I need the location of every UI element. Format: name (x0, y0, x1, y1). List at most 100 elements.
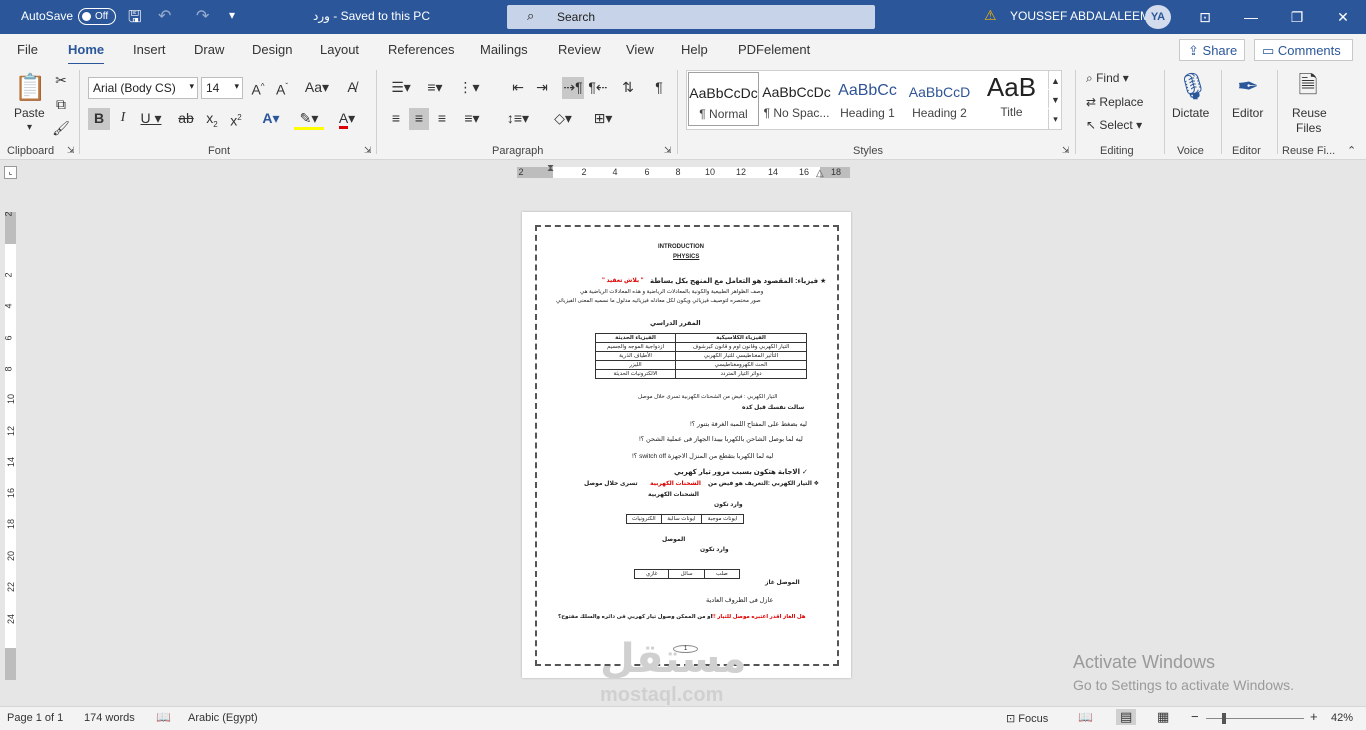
tab-insert[interactable]: Insert (133, 42, 166, 57)
grow-font-icon[interactable]: A^ (248, 77, 268, 99)
align-left-icon[interactable]: ≡ (386, 108, 406, 130)
clipboard-launcher-icon[interactable]: ⇲ (67, 145, 75, 156)
tab-review[interactable]: Review (558, 42, 601, 57)
microphone-icon[interactable]: 🎙 (1176, 68, 1209, 104)
zoom-slider-handle[interactable] (1222, 713, 1226, 724)
numbering-icon[interactable]: ≡▾ (420, 77, 450, 99)
find-button[interactable]: ⌕ Find ▾ (1086, 68, 1148, 90)
tab-pdfelement[interactable]: PDFelement (738, 42, 810, 57)
document-page[interactable]: INTRODUCTION PHYSICS ★ فيزياء: المقصود ه… (522, 212, 851, 678)
bullets-icon[interactable]: ☰▾ (386, 77, 416, 99)
paste-icon[interactable]: 📋 (14, 70, 46, 104)
select-button[interactable]: ↖ Select ▾ (1086, 115, 1150, 137)
styles-more-icon[interactable]: ▾ (1048, 109, 1062, 129)
show-marks-icon[interactable]: ¶ (649, 77, 669, 99)
right-indent-icon[interactable]: △ (816, 168, 824, 179)
reuse-button-label[interactable]: Reuse (1292, 106, 1327, 120)
zoom-in-icon[interactable]: + (1310, 709, 1318, 724)
focus-button[interactable]: ⊡ Focus (1006, 712, 1048, 725)
zoom-out-icon[interactable]: − (1191, 709, 1199, 724)
restore-icon[interactable]: ❐ (1274, 4, 1320, 30)
paste-button[interactable]: Paste (14, 106, 45, 120)
replace-button[interactable]: ⇄ Replace (1086, 92, 1156, 114)
font-size-select[interactable]: 14 ▾ (201, 77, 243, 99)
web-layout-icon[interactable]: ▦ (1157, 709, 1169, 725)
subscript-button[interactable]: x2 (202, 108, 222, 130)
style-no-spacing[interactable]: AaBbCcDc ¶ No Spac... (761, 72, 832, 126)
sort-icon[interactable]: ⇅ (617, 77, 639, 99)
language-status[interactable]: Arabic (Egypt) (188, 712, 258, 724)
tab-selector-icon[interactable]: ⌞ (4, 166, 17, 179)
vertical-ruler[interactable]: 2 2 4 6 8 10 12 14 16 18 20 22 24 (4, 211, 16, 680)
minimize-icon[interactable]: — (1228, 4, 1274, 30)
line-spacing-icon[interactable]: ↕≡▾ (502, 108, 534, 130)
indent-marker-icon[interactable]: ⧗ (547, 163, 554, 174)
highlight-icon[interactable]: ✎▾ (294, 108, 324, 130)
tab-references[interactable]: References (388, 42, 454, 57)
tab-layout[interactable]: Layout (320, 42, 359, 57)
user-name[interactable]: YOUSSEF ABDALALEEM (1010, 9, 1150, 23)
print-layout-icon[interactable]: ▤ (1116, 709, 1137, 725)
font-color-icon[interactable]: A▾ (332, 108, 362, 130)
style-normal[interactable]: AaBbCcDc ¶ Normal (688, 72, 759, 126)
page-count[interactable]: Page 1 of 1 (7, 712, 63, 724)
increase-indent-icon[interactable]: ⇥ (532, 77, 552, 99)
align-right-icon[interactable]: ≡ (432, 108, 452, 130)
tab-home[interactable]: Home (68, 42, 105, 66)
styles-scroll-up-icon[interactable]: ▲ (1048, 71, 1062, 89)
justify-icon[interactable]: ≡▾ (456, 108, 488, 130)
text-effects-icon[interactable]: A▾ (256, 108, 286, 130)
editor-button[interactable]: Editor (1232, 106, 1263, 120)
multilevel-list-icon[interactable]: ⋮▾ (454, 77, 484, 99)
superscript-button[interactable]: x2 (226, 108, 246, 130)
quick-access-menu-icon[interactable]: ▾ (229, 8, 235, 22)
font-launcher-icon[interactable]: ⇲ (364, 145, 372, 156)
horizontal-ruler[interactable]: 2 2 4 6 8 10 12 14 16 18 (517, 167, 850, 178)
undo-icon[interactable]: ↶ (158, 6, 171, 26)
cut-icon[interactable]: ✂ (52, 70, 70, 92)
format-painter-icon[interactable]: 🖌 (52, 118, 70, 140)
ribbon-display-icon[interactable]: ⊡ (1182, 4, 1228, 30)
editor-pen-icon[interactable]: ✒ (1233, 68, 1263, 104)
close-icon[interactable]: ✕ (1320, 4, 1366, 30)
shading-icon[interactable]: ◇▾ (548, 108, 578, 130)
bold-button[interactable]: B (88, 108, 110, 130)
ltr-direction-icon[interactable]: ¶⇠ (587, 77, 609, 99)
style-heading-1[interactable]: AaBbCc Heading 1 (832, 72, 903, 126)
comments-button[interactable]: ▭ Comments (1254, 39, 1353, 61)
collapse-ribbon-icon[interactable]: ⌃ (1347, 144, 1356, 157)
clear-formatting-icon[interactable]: A̸ (342, 77, 362, 99)
borders-icon[interactable]: ⊞▾ (587, 108, 619, 130)
zoom-slider[interactable] (1206, 713, 1304, 724)
reuse-files-icon[interactable]: 🗎 (1293, 68, 1323, 104)
underline-button[interactable]: U ▾ (137, 108, 165, 130)
decrease-indent-icon[interactable]: ⇤ (508, 77, 528, 99)
share-button[interactable]: ⇪ Share (1179, 39, 1245, 61)
paste-dropdown-icon[interactable]: ▾ (27, 122, 32, 133)
styles-scroll-down-icon[interactable]: ▼ (1048, 90, 1062, 108)
proofing-icon[interactable]: 📖 (156, 710, 171, 724)
save-icon[interactable]: 🖫 (128, 6, 142, 33)
redo-icon[interactable]: ↷ (196, 6, 209, 26)
search-box[interactable]: ⌕ Search (507, 5, 875, 29)
avatar[interactable]: YA (1145, 5, 1171, 29)
tab-help[interactable]: Help (681, 42, 708, 57)
document-title[interactable]: ورد - Saved to this PC (313, 9, 430, 23)
dictate-button[interactable]: Dictate (1172, 106, 1209, 120)
read-mode-icon[interactable]: 📖 (1078, 710, 1093, 724)
shrink-font-icon[interactable]: Aˇ (272, 77, 292, 99)
italic-button[interactable]: I (113, 108, 133, 130)
paragraph-launcher-icon[interactable]: ⇲ (664, 145, 672, 156)
align-center-icon[interactable]: ≡ (409, 108, 429, 130)
zoom-level[interactable]: 42% (1331, 712, 1353, 724)
tab-mailings[interactable]: Mailings (480, 42, 528, 57)
style-title[interactable]: AaB Title (976, 72, 1047, 126)
tab-file[interactable]: File (17, 42, 38, 57)
files-button-label[interactable]: Files (1296, 121, 1321, 135)
copy-icon[interactable]: ⧉ (52, 94, 70, 116)
rtl-direction-icon[interactable]: ⇢¶ (562, 77, 584, 99)
change-case-icon[interactable]: Aa▾ (302, 77, 332, 99)
tab-design[interactable]: Design (252, 42, 292, 57)
strikethrough-button[interactable]: ab (175, 108, 197, 130)
tab-draw[interactable]: Draw (194, 42, 224, 57)
